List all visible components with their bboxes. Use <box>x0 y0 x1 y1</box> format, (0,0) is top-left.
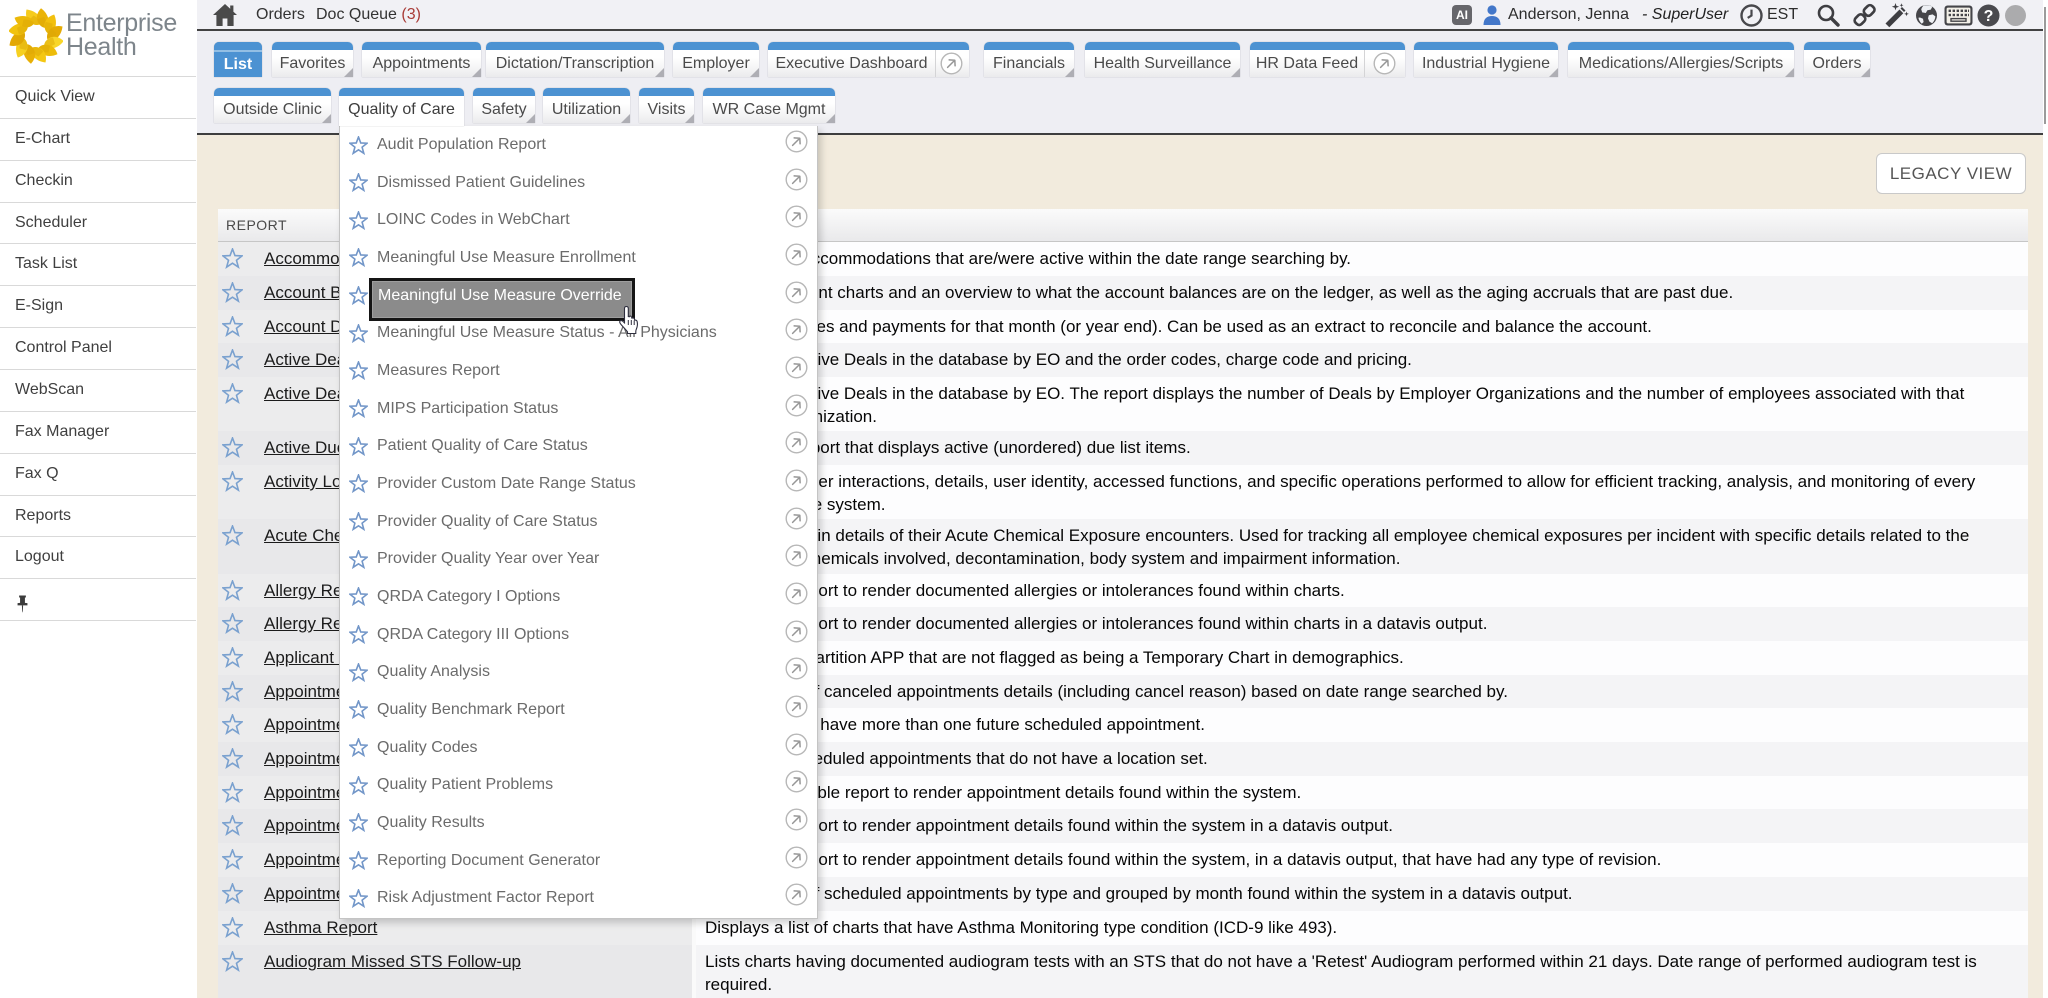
svg-text:?: ? <box>1984 8 1994 25</box>
